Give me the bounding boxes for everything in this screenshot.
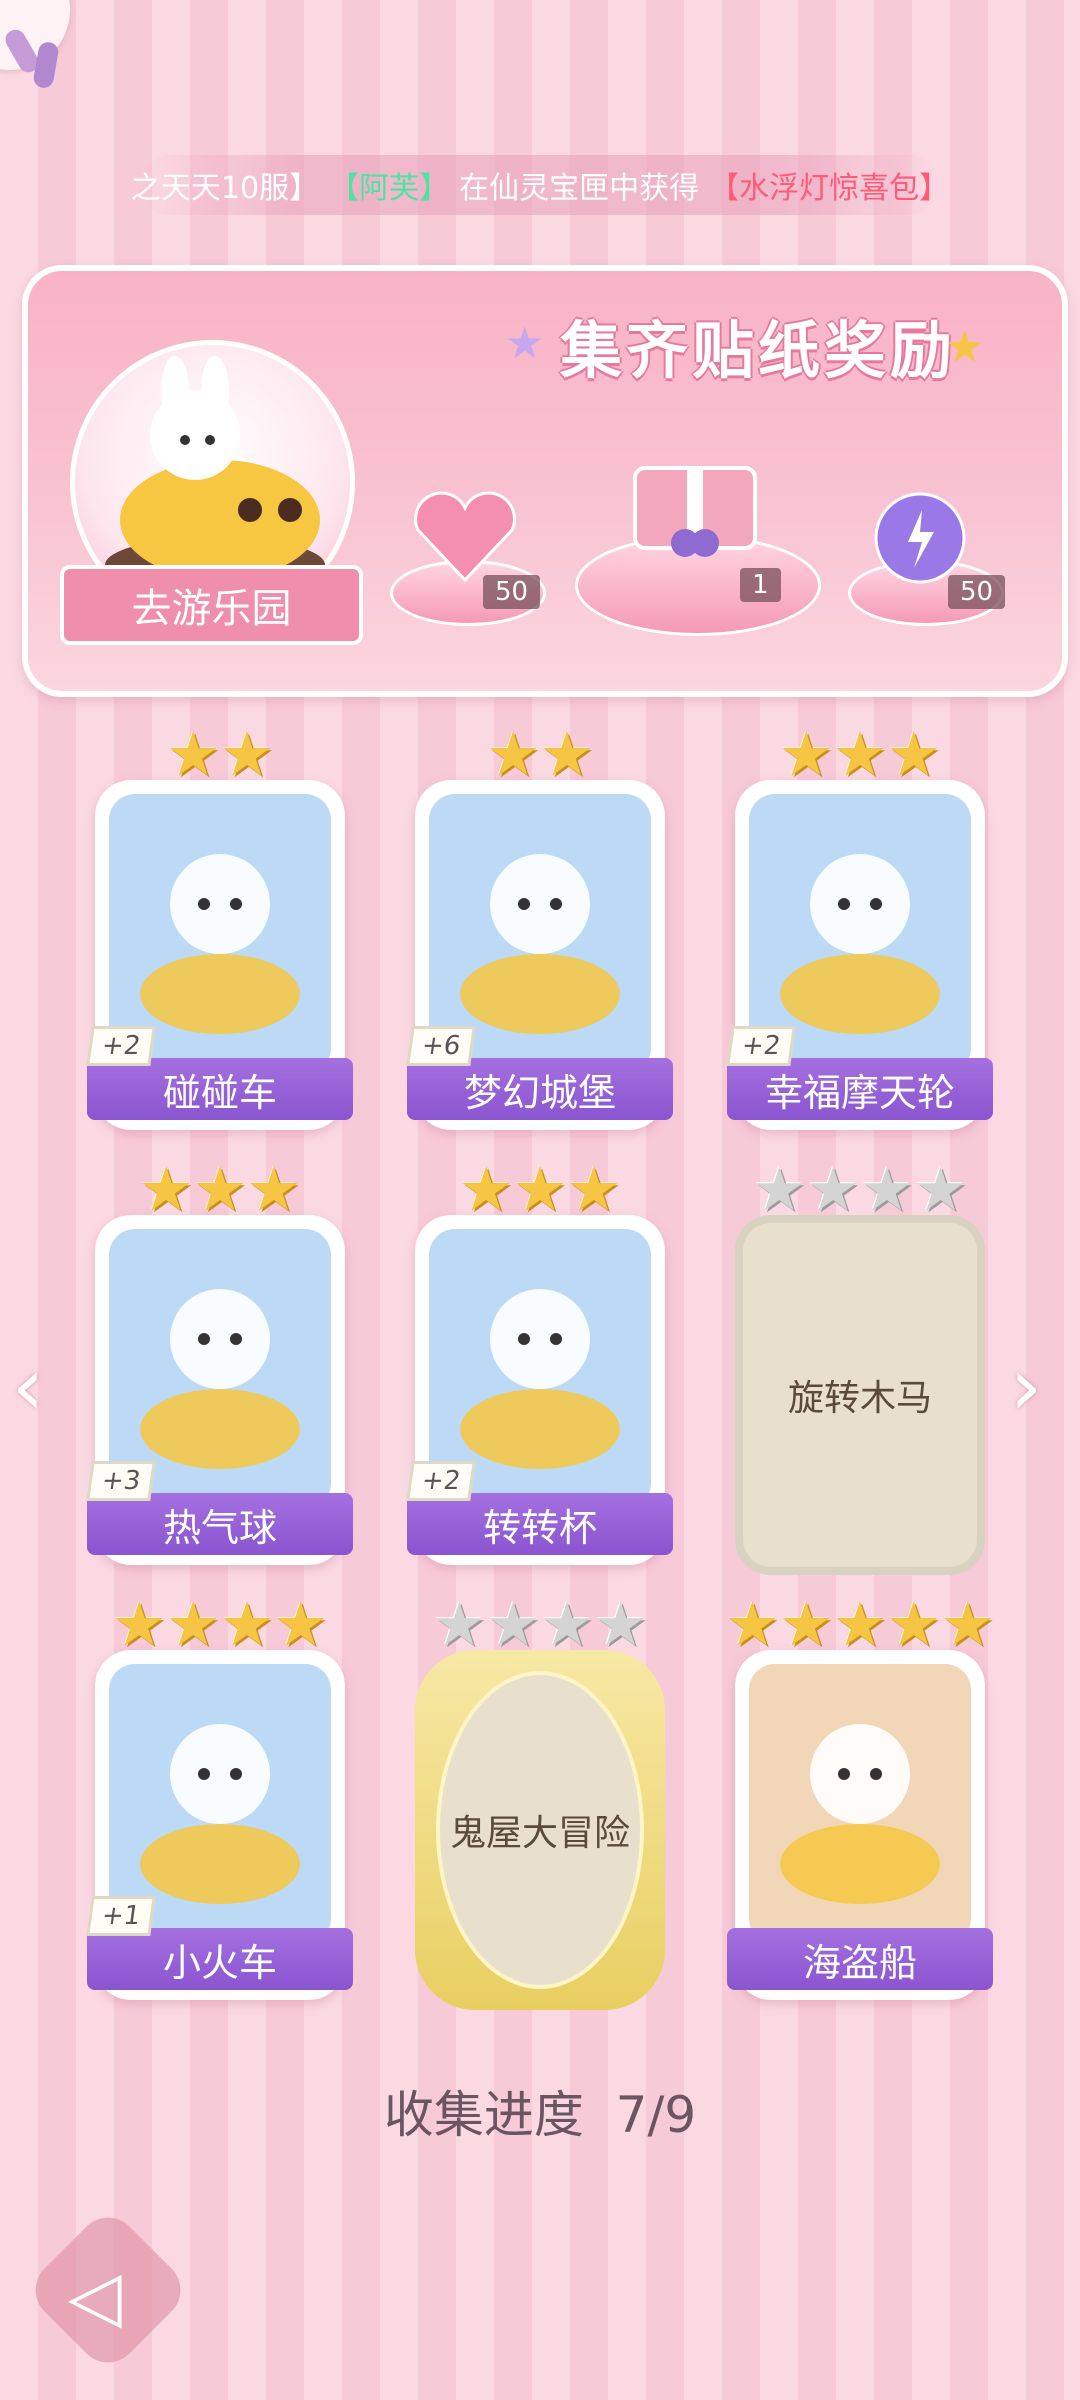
star-icon: ★	[940, 1590, 995, 1660]
star-icon: ★	[220, 720, 274, 790]
sticker-name: 转转杯	[407, 1493, 673, 1555]
star-icon: ★	[593, 1590, 648, 1660]
petal-icon	[32, 40, 60, 90]
star-icon: ★	[566, 1155, 621, 1225]
bonus-badge: +2	[726, 1026, 797, 1066]
back-arrow-icon: ◁	[68, 2255, 122, 2337]
star-icon: ★	[886, 1590, 941, 1660]
bonus-badge: +3	[86, 1461, 157, 1501]
chevron-right-icon[interactable]: ›	[1010, 1340, 1042, 1433]
bonus-badge: +6	[406, 1026, 477, 1066]
menu-corner-button[interactable]	[0, 0, 70, 90]
sticker-name: 热气球	[87, 1493, 353, 1555]
star-rating: ★ ★	[385, 725, 695, 785]
star-icon: ★	[540, 720, 594, 790]
star-icon: ★	[112, 1590, 167, 1660]
star-icon: ★	[913, 1155, 968, 1225]
star-rating: ★ ★	[65, 725, 375, 785]
progress-label: 收集进度	[383, 2086, 584, 2144]
star-icon: ★	[486, 1590, 540, 1660]
star-rating: ★ ★ ★	[705, 725, 1015, 785]
star-icon: ★	[752, 1155, 807, 1225]
star-rating: ★ ★ ★ ★ ★	[705, 1595, 1015, 1655]
banner-title: 集齐贴纸奖励	[560, 314, 957, 387]
sticker-name: 幸福摩天轮	[727, 1058, 993, 1120]
star-icon: ★	[806, 1155, 860, 1225]
go-amusement-park-button[interactable]: 去游乐园	[60, 565, 363, 645]
star-deco-icon: ★	[945, 322, 985, 373]
ticker-middle: 在仙灵宝匣中获得	[459, 171, 700, 206]
star-rating: ★ ★ ★	[385, 1160, 695, 1220]
star-icon: ★	[486, 720, 540, 790]
star-icon: ★	[166, 720, 220, 790]
reward-count: 50	[483, 575, 541, 609]
sticker-name: 旋转木马	[787, 1378, 932, 1419]
locked-sticker-card[interactable]: 鬼屋大冒险	[415, 1650, 665, 2010]
star-icon: ★	[273, 1590, 328, 1660]
sticker-card[interactable]: 梦幻城堡 +6	[406, 780, 673, 1130]
sticker-name: 鬼屋大冒险	[449, 1813, 630, 1854]
star-icon: ★	[139, 1155, 194, 1225]
sticker-card[interactable]: 碰碰车 +2	[86, 780, 353, 1130]
star-icon: ★	[193, 1155, 247, 1225]
star-icon: ★	[860, 1155, 914, 1225]
star-icon: ★	[459, 1155, 514, 1225]
sticker-placeholder: 鬼屋大冒险	[436, 1671, 644, 1989]
star-deco-icon: ★	[505, 318, 545, 369]
star-icon: ★	[779, 720, 834, 790]
star-icon: ★	[725, 1590, 780, 1660]
bonus-badge: +2	[406, 1461, 477, 1501]
sticker-name: 碰碰车	[87, 1058, 353, 1120]
collection-progress: 收集进度 7/9	[0, 2075, 1080, 2147]
announcement-ticker: 之天天10服】 【阿芙】 在仙灵宝匣中获得 【水浮灯惊喜包】	[131, 155, 949, 215]
progress-value: 7/9	[615, 2086, 697, 2144]
ticker-player: 【阿芙】	[329, 171, 450, 206]
star-icon: ★	[166, 1590, 220, 1660]
sticker-card[interactable]: 小火车 +1	[86, 1650, 353, 2000]
sticker-name: 小火车	[87, 1928, 353, 1990]
sticker-card[interactable]: 幸福摩天轮 +2	[726, 780, 993, 1130]
star-rating: ★ ★ ★ ★	[65, 1595, 375, 1655]
star-rating: ★ ★ ★ ★	[385, 1595, 695, 1655]
star-icon: ★	[779, 1590, 834, 1660]
sticker-name: 梦幻城堡	[407, 1058, 673, 1120]
ticker-prefix: 之天天10服】	[130, 171, 320, 206]
star-icon: ★	[432, 1590, 487, 1660]
bonus-badge: +2	[86, 1026, 157, 1066]
chevron-left-icon[interactable]: ‹	[12, 1340, 44, 1433]
reward-count: 1	[740, 568, 781, 602]
sticker-name: 海盗船	[727, 1928, 993, 1990]
star-rating: ★ ★ ★ ★	[705, 1160, 1015, 1220]
locked-sticker-card[interactable]: 旋转木马	[735, 1215, 985, 1575]
sticker-card[interactable]: 转转杯 +2	[406, 1215, 673, 1565]
star-icon: ★	[833, 1590, 887, 1660]
star-icon: ★	[246, 1155, 301, 1225]
star-icon: ★	[833, 720, 887, 790]
ticker-item: 【水浮灯惊喜包】	[709, 171, 950, 206]
star-icon: ★	[540, 1590, 594, 1660]
bonus-badge: +1	[86, 1896, 157, 1936]
sticker-card[interactable]: 热气球 +3	[86, 1215, 353, 1565]
sticker-illustration	[749, 1664, 971, 1944]
reward-count: 50	[948, 575, 1006, 609]
star-icon: ★	[513, 1155, 567, 1225]
star-icon: ★	[220, 1590, 274, 1660]
star-rating: ★ ★ ★	[65, 1160, 375, 1220]
star-icon: ★	[886, 720, 941, 790]
gift-box-icon[interactable]	[625, 448, 765, 562]
sticker-card[interactable]: 海盗船	[727, 1650, 993, 2000]
